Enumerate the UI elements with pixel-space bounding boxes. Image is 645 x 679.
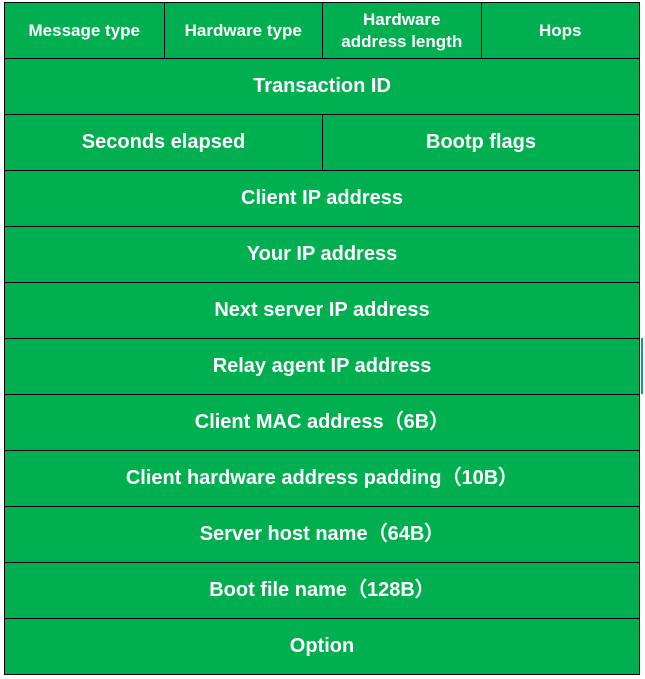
client-ip-row: Client IP address	[4, 171, 640, 227]
boot-file-name-row: Boot file name（128B）	[4, 563, 640, 619]
server-host-name-field: Server host name（64B）	[5, 507, 639, 563]
next-server-ip-row: Next server IP address	[4, 283, 640, 339]
boot-file-name-field: Boot file name（128B）	[5, 563, 639, 619]
client-mac-row: Client MAC address（6B）	[4, 395, 640, 451]
transaction-id-field: Transaction ID	[5, 59, 639, 115]
hardware-type-field: Hardware type	[163, 3, 322, 59]
hops-field: Hops	[480, 3, 639, 59]
hardware-address-length-field: Hardware address length	[322, 3, 481, 59]
option-row: Option	[4, 619, 640, 675]
relay-agent-ip-row: Relay agent IP address	[4, 339, 640, 395]
client-hw-padding-field: Client hardware address padding（10B）	[5, 451, 639, 507]
seconds-flags-row: Seconds elapsed Bootp flags	[4, 115, 640, 171]
server-host-name-row: Server host name（64B）	[4, 507, 640, 563]
client-mac-field: Client MAC address（6B）	[5, 395, 639, 451]
next-server-ip-field: Next server IP address	[5, 283, 639, 339]
client-ip-field: Client IP address	[5, 171, 639, 227]
relay-agent-ip-field: Relay agent IP address	[5, 339, 639, 395]
selection-edge-marker	[641, 338, 643, 394]
bootp-flags-field: Bootp flags	[322, 115, 639, 171]
header-fields-row: Message type Hardware type Hardware addr…	[4, 2, 640, 59]
your-ip-row: Your IP address	[4, 227, 640, 283]
message-type-field: Message type	[5, 3, 164, 59]
your-ip-field: Your IP address	[5, 227, 639, 283]
client-hw-padding-row: Client hardware address padding（10B）	[4, 451, 640, 507]
transaction-id-row: Transaction ID	[4, 59, 640, 115]
option-field: Option	[5, 619, 639, 675]
seconds-elapsed-field: Seconds elapsed	[5, 115, 322, 171]
packet-format-diagram: Message type Hardware type Hardware addr…	[4, 2, 640, 675]
